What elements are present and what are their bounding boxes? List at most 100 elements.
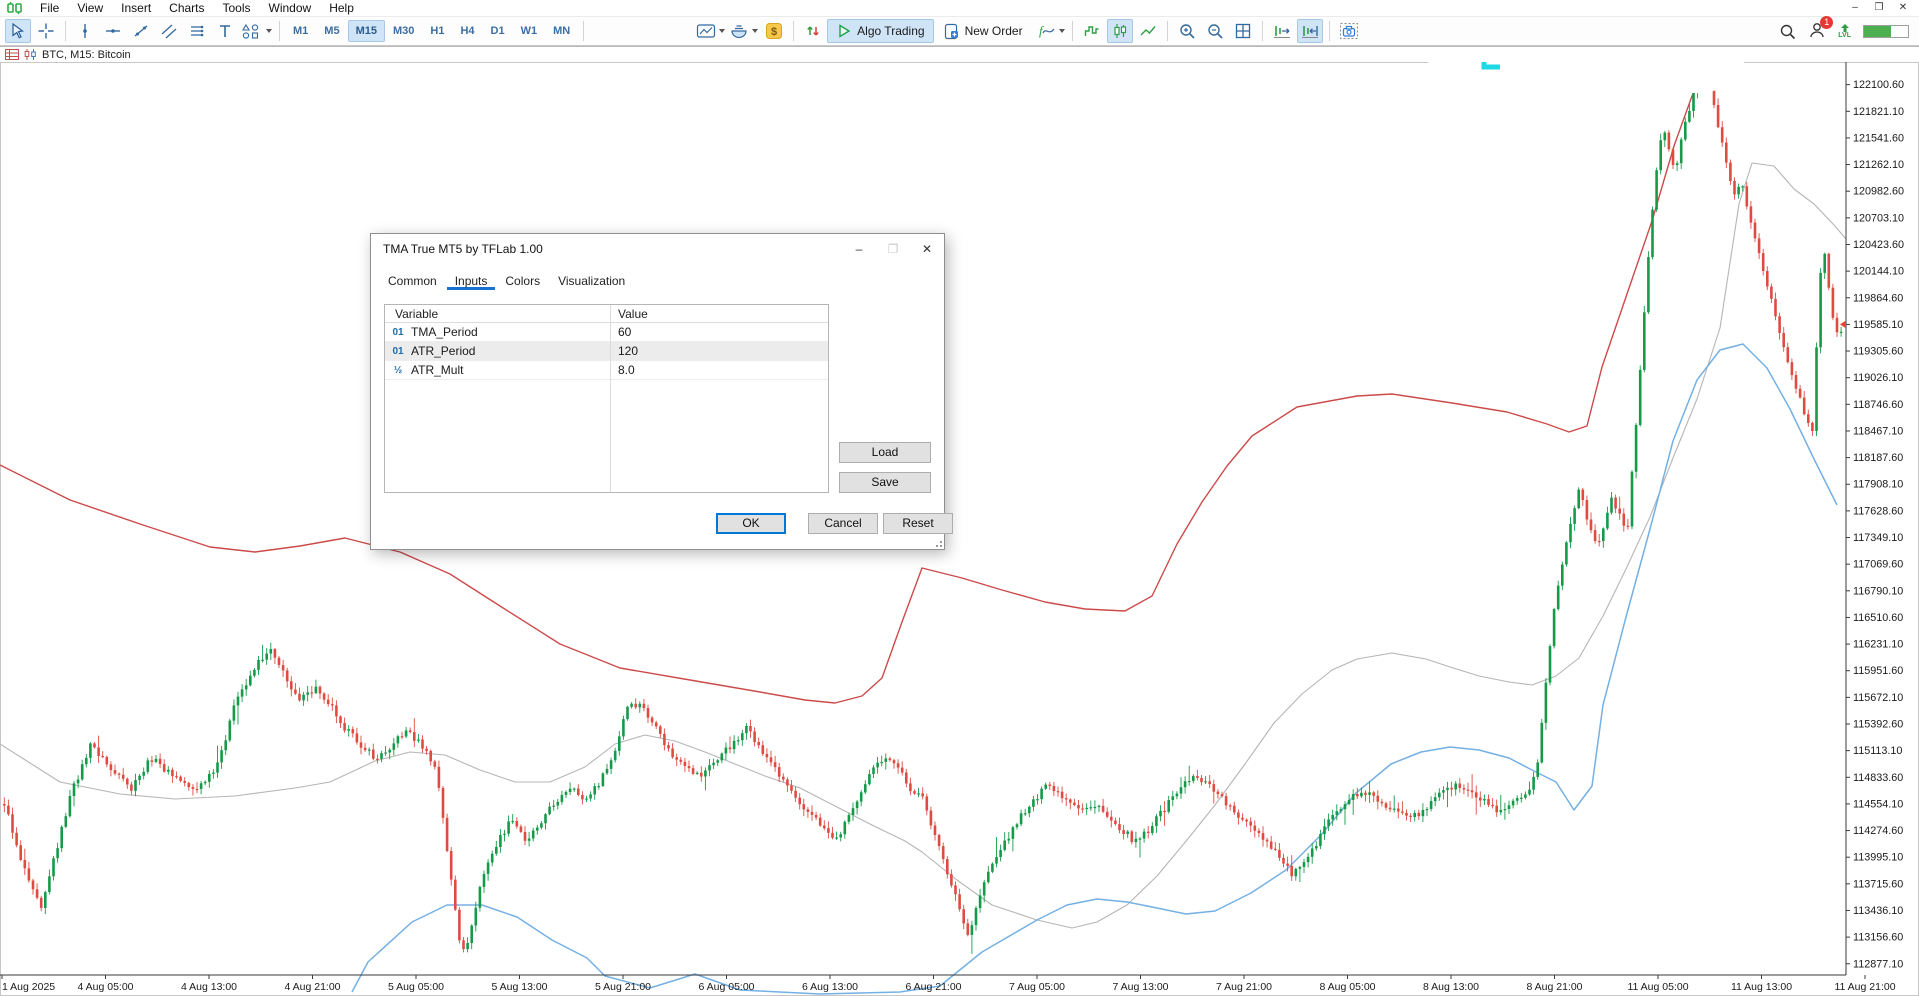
- chart-profile-button[interactable]: [695, 19, 726, 43]
- candlesticks-view-button[interactable]: [1107, 19, 1133, 43]
- window-restore-button[interactable]: ❐: [1869, 1, 1889, 15]
- dialog-resize-grip[interactable]: [932, 537, 942, 547]
- menu-item-file[interactable]: File: [31, 0, 68, 16]
- timeframe-h4-button[interactable]: H4: [452, 20, 482, 42]
- time-label: 8 Aug 21:00: [1526, 981, 1582, 993]
- input-row-atr_mult[interactable]: ½ATR_Mult8.0: [385, 361, 828, 380]
- buy-sell-arrows-button[interactable]: [800, 19, 826, 43]
- price-label: 115672.10: [1853, 692, 1903, 704]
- price-label: 121541.60: [1853, 132, 1904, 144]
- level-indicator[interactable]: LVL: [1838, 24, 1851, 39]
- time-label: 5 Aug 21:00: [595, 981, 651, 993]
- horizontal-line-icon: [104, 22, 122, 40]
- camera-icon: [1339, 22, 1359, 40]
- timeframe-m15-button[interactable]: M15: [348, 20, 385, 42]
- dialog-tab-colors[interactable]: Colors: [497, 271, 548, 290]
- price-label: 113995.10: [1853, 852, 1903, 864]
- horizontal-line-tool-button[interactable]: [100, 19, 126, 43]
- variable-value[interactable]: 120: [610, 344, 638, 358]
- shapes-tool-button[interactable]: [240, 19, 273, 43]
- toolbar-separator: [65, 21, 66, 41]
- time-label: 8 Aug 13:00: [1423, 981, 1479, 993]
- save-button[interactable]: Save: [839, 472, 931, 493]
- trendline-tool-button[interactable]: [128, 19, 154, 43]
- price-label: 120703.10: [1853, 212, 1904, 224]
- menu-item-tools[interactable]: Tools: [214, 0, 260, 16]
- tick-chart-button[interactable]: [1079, 19, 1105, 43]
- chart-shift-button[interactable]: [1297, 19, 1323, 43]
- menu-item-help[interactable]: Help: [320, 0, 363, 16]
- chart-window-header[interactable]: BTC, M15: Bitcoin: [0, 46, 1919, 62]
- timeframe-h1-button[interactable]: H1: [422, 20, 452, 42]
- fibo-lines-tool-button[interactable]: [184, 19, 210, 43]
- dialog-minimize-button[interactable]: –: [842, 238, 876, 260]
- dialog-tab-common[interactable]: Common: [380, 271, 445, 290]
- menu-item-charts[interactable]: Charts: [160, 0, 213, 16]
- text-tool-button[interactable]: [212, 19, 238, 43]
- vertical-line-icon: [76, 22, 94, 40]
- zoom-out-button[interactable]: [1202, 19, 1228, 43]
- time-label: 11 Aug 21:00: [1834, 981, 1895, 993]
- input-row-atr_period[interactable]: 01ATR_Period120: [385, 342, 828, 361]
- dialog-close-button[interactable]: ✕: [910, 238, 944, 260]
- timeframe-m5-button[interactable]: M5: [316, 20, 347, 42]
- menu-item-insert[interactable]: Insert: [112, 0, 160, 16]
- price-label: 114274.60: [1853, 825, 1903, 837]
- currency-button[interactable]: $: [761, 19, 787, 43]
- variable-value[interactable]: 8.0: [610, 363, 635, 377]
- line-view-button[interactable]: [1135, 19, 1161, 43]
- search-icon[interactable]: [1779, 23, 1796, 40]
- inputs-table[interactable]: Variable Value 01TMA_Period6001ATR_Perio…: [384, 304, 829, 493]
- menu-items: FileViewInsertChartsToolsWindowHelp: [31, 0, 363, 16]
- load-button[interactable]: Load: [839, 442, 931, 463]
- menu-item-window[interactable]: Window: [260, 0, 321, 16]
- price-label: 119864.60: [1853, 292, 1903, 304]
- screenshot-button[interactable]: [1336, 19, 1362, 43]
- timeframe-d1-button[interactable]: D1: [483, 20, 513, 42]
- window-close-button[interactable]: ✕: [1893, 1, 1913, 15]
- cancel-button[interactable]: Cancel: [808, 513, 878, 534]
- mt5-logo-icon: [7, 2, 23, 14]
- indicator-settings-dialog: TMA True MT5 by TFLab 1.00 – ❐ ✕ CommonI…: [370, 233, 945, 550]
- price-label: 115392.60: [1853, 719, 1903, 731]
- toolbar-separator: [279, 21, 280, 41]
- chart-canvas[interactable]: 122380.10122100.60121821.10121541.601212…: [0, 0, 1919, 996]
- time-label: 8 Aug 05:00: [1319, 981, 1375, 993]
- time-label: 4 Aug 05:00: [77, 981, 133, 993]
- ok-button[interactable]: OK: [716, 513, 786, 534]
- indicators-button[interactable]: f: [1033, 19, 1066, 43]
- dialog-titlebar[interactable]: TMA True MT5 by TFLab 1.00 – ❐ ✕: [371, 234, 944, 263]
- new-order-button[interactable]: New Order: [934, 19, 1032, 44]
- channel-tool-button[interactable]: [156, 19, 182, 43]
- variable-name: TMA_Period: [411, 325, 478, 339]
- time-label: 6 Aug 13:00: [802, 981, 858, 993]
- crosshair-tool-button[interactable]: [33, 19, 59, 43]
- depth-of-market-button[interactable]: [728, 19, 759, 43]
- timeframe-mn-button[interactable]: MN: [545, 20, 578, 42]
- dialog-tab-inputs[interactable]: Inputs: [447, 271, 496, 290]
- tile-windows-button[interactable]: [1230, 19, 1256, 43]
- price-label: 121262.10: [1853, 159, 1904, 171]
- zoom-in-button[interactable]: [1174, 19, 1200, 43]
- cursor-tool-button[interactable]: [5, 19, 31, 43]
- input-row-tma_period[interactable]: 01TMA_Period60: [385, 323, 828, 342]
- time-label: 4 Aug 13:00: [181, 981, 237, 993]
- toolbar-separator: [1072, 21, 1073, 41]
- window-minimize-button[interactable]: –: [1845, 1, 1865, 15]
- cursor-icon: [9, 22, 27, 40]
- table-column-divider: [610, 305, 611, 492]
- algo-trading-button[interactable]: Algo Trading: [827, 19, 933, 43]
- menu-item-view[interactable]: View: [68, 0, 112, 16]
- timeframe-m1-button[interactable]: M1: [285, 20, 316, 42]
- account-avatar[interactable]: 1: [1808, 21, 1826, 42]
- toolbar-separator: [793, 21, 794, 41]
- reset-button[interactable]: Reset: [883, 513, 953, 534]
- dialog-restore-button[interactable]: ❐: [876, 238, 910, 260]
- auto-scroll-button[interactable]: [1269, 19, 1295, 43]
- dialog-tab-visualization[interactable]: Visualization: [550, 271, 633, 290]
- timeframe-w1-button[interactable]: W1: [513, 20, 546, 42]
- price-label: 117069.60: [1853, 559, 1903, 571]
- vertical-line-tool-button[interactable]: [72, 19, 98, 43]
- timeframe-m30-button[interactable]: M30: [385, 20, 422, 42]
- variable-value[interactable]: 60: [610, 325, 631, 339]
